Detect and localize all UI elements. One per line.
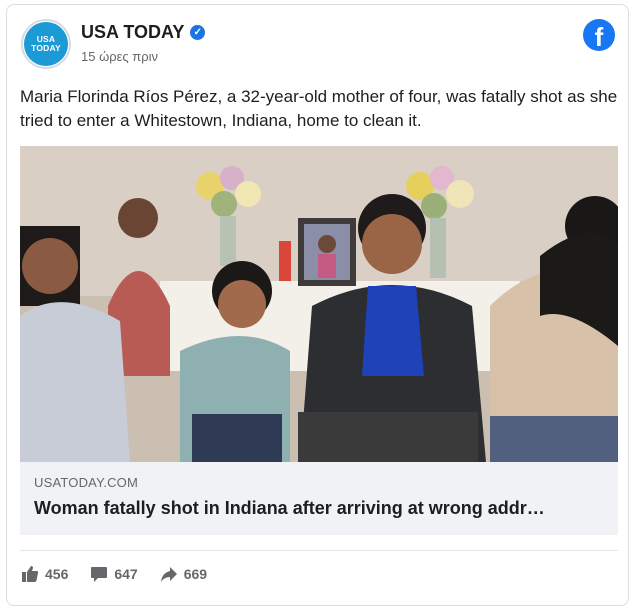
comment-icon: [91, 567, 108, 582]
facebook-post-card: USA TODAY USA TODAY ✓ 15 ώρες πριν f Mari…: [6, 4, 629, 606]
verified-badge-icon: ✓: [190, 25, 206, 40]
post-photo[interactable]: [20, 146, 618, 462]
share-button[interactable]: 669: [160, 565, 207, 583]
share-icon: [160, 567, 177, 582]
page-name-label[interactable]: USA TODAY: [81, 22, 184, 43]
family-photo-image: [20, 146, 618, 462]
like-button[interactable]: 456: [21, 565, 68, 583]
page-avatar[interactable]: USA TODAY: [21, 19, 71, 69]
facebook-logo-icon[interactable]: f: [583, 19, 615, 51]
like-icon: [22, 566, 39, 582]
comment-count: 647: [114, 566, 138, 582]
divider: [20, 550, 618, 551]
usa-today-logo: USA TODAY: [24, 22, 68, 66]
comment-button[interactable]: 647: [90, 565, 138, 583]
link-domain: USATODAY.COM: [34, 475, 139, 490]
link-title[interactable]: Woman fatally shot in Indiana after arri…: [34, 498, 612, 519]
reaction-bar: 456 647 669: [21, 565, 229, 583]
post-timestamp[interactable]: 15 ώρες πριν: [81, 49, 158, 64]
page-name[interactable]: USA TODAY ✓: [81, 22, 206, 43]
share-count: 669: [183, 566, 208, 582]
link-preview[interactable]: USATODAY.COM Woman fatally shot in India…: [20, 462, 618, 535]
post-text: Maria Florinda Ríos Pérez, a 32-year-old…: [20, 87, 618, 130]
like-count: 456: [45, 566, 69, 582]
